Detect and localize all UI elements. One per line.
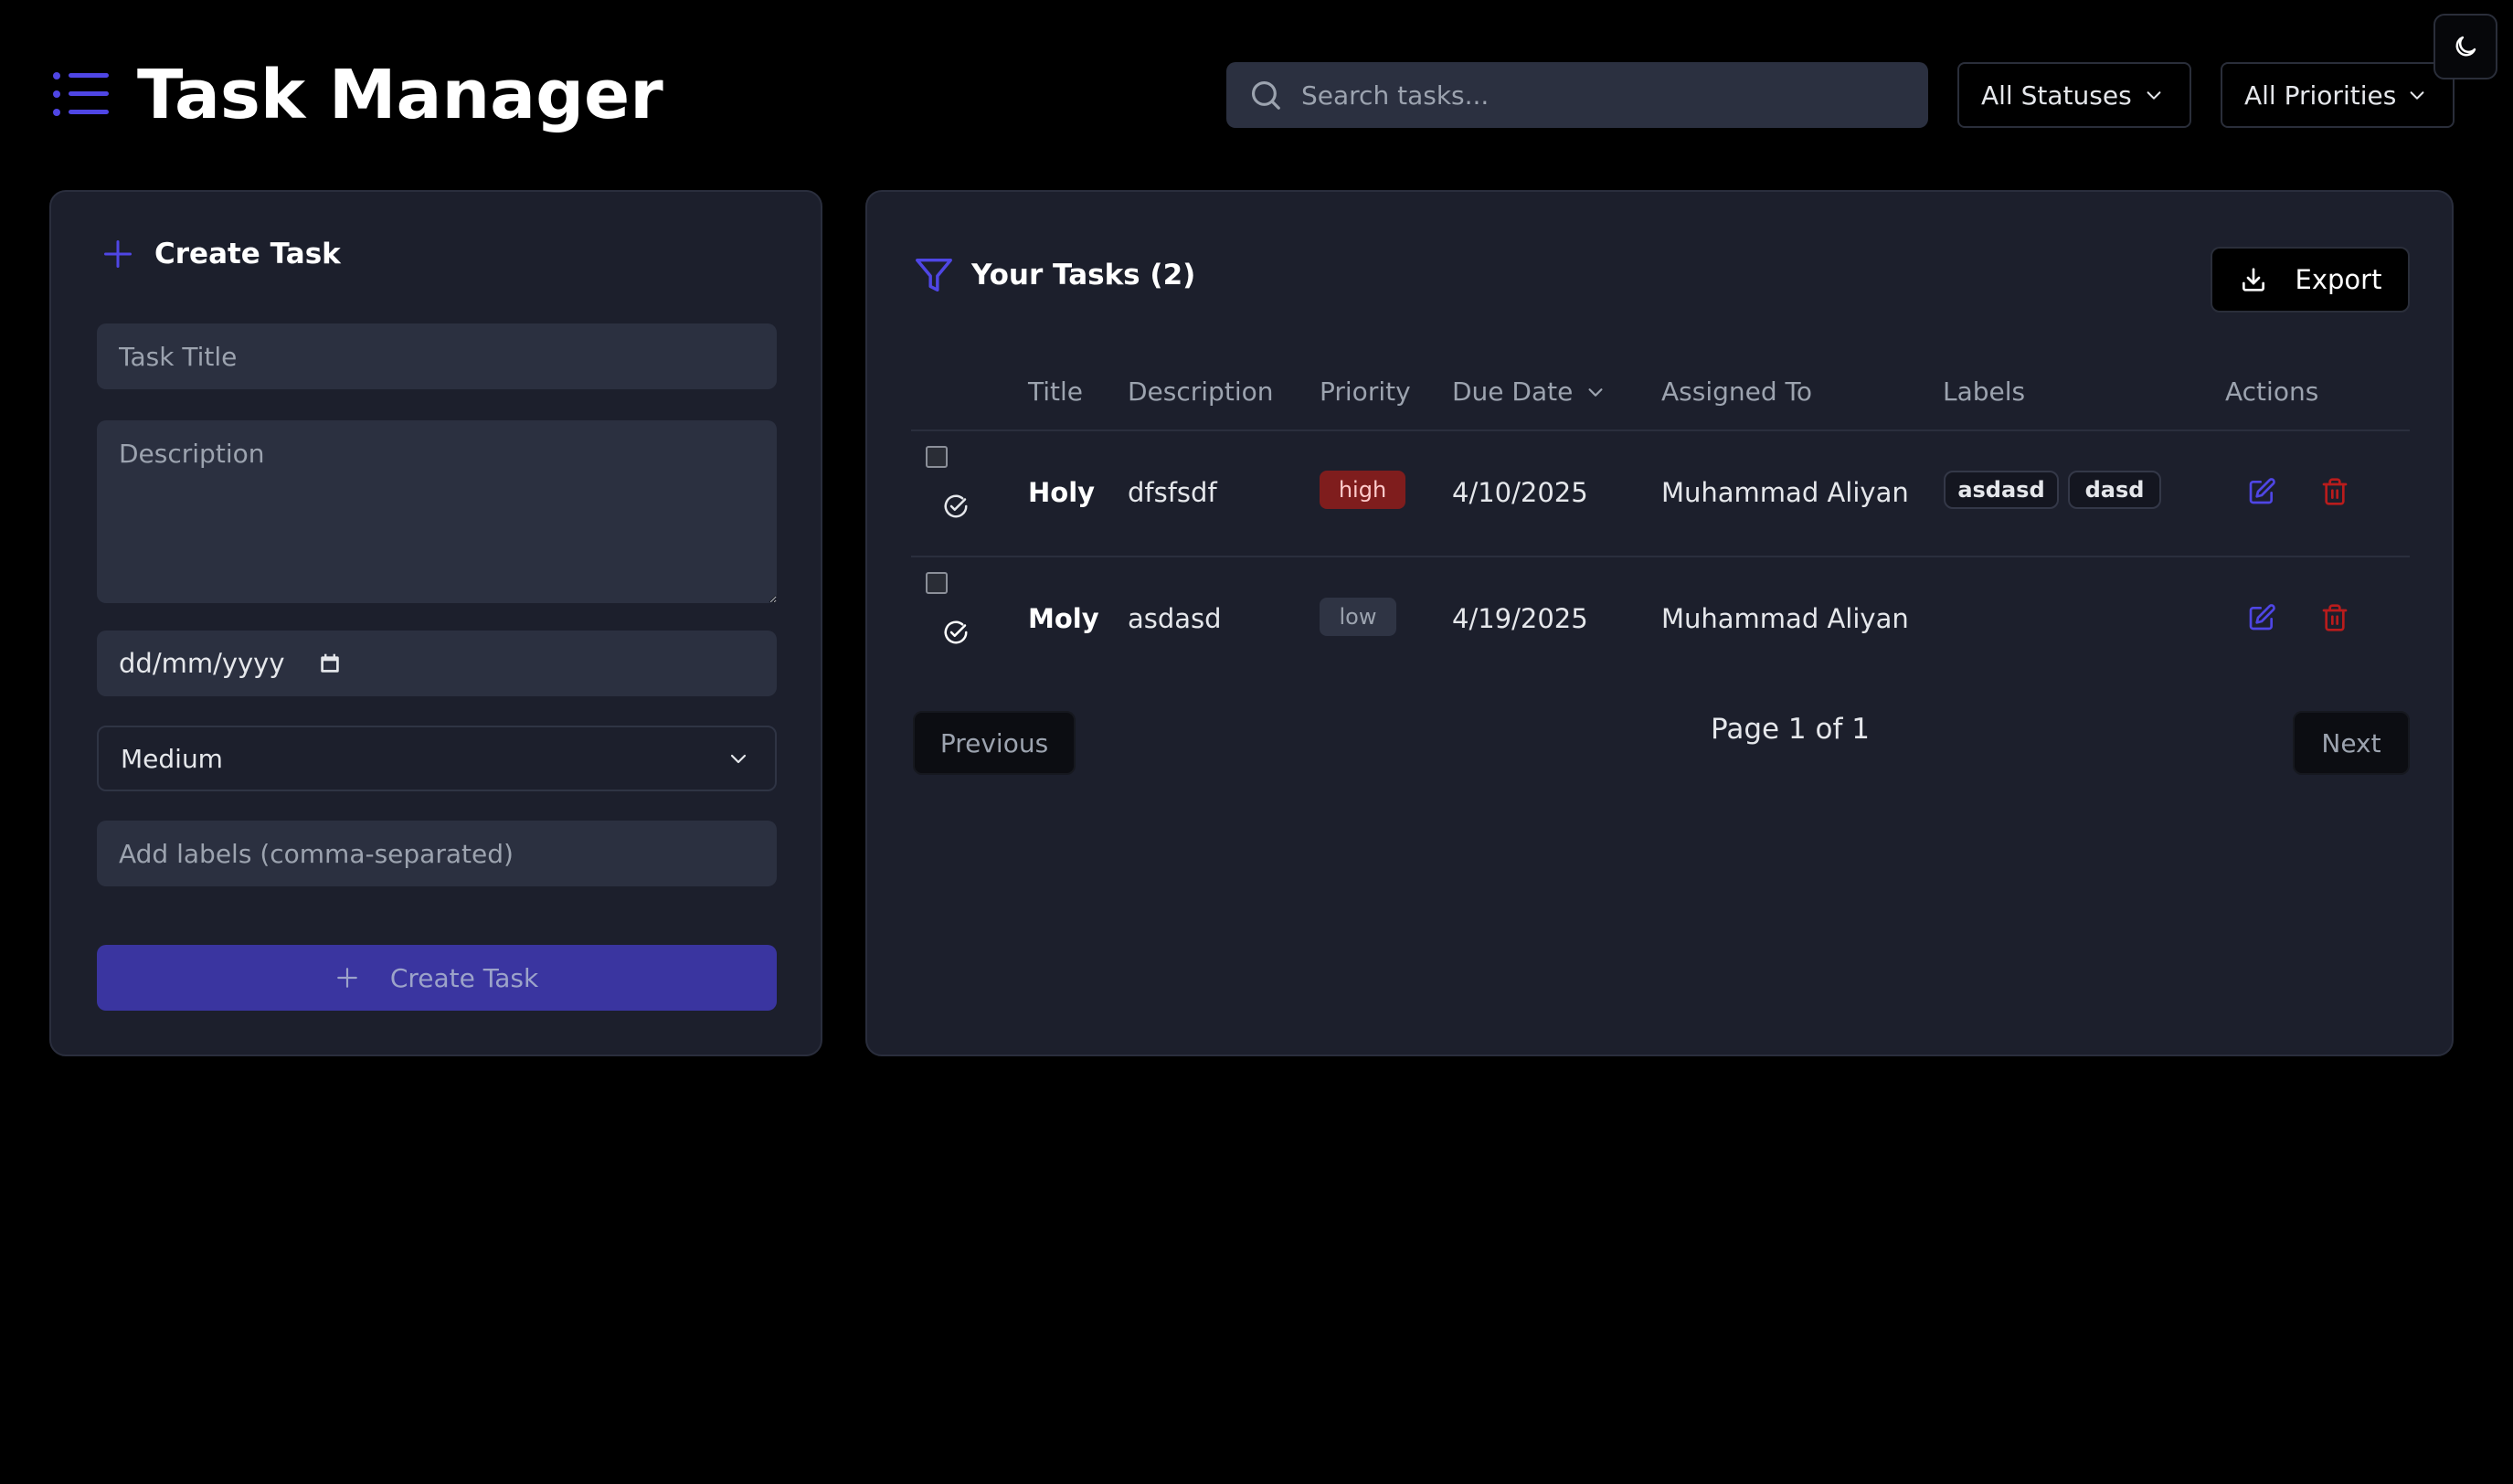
task-description-input[interactable] bbox=[97, 420, 777, 603]
priority-badge: low bbox=[1320, 598, 1396, 636]
tasks-heading: Your Tasks (2) bbox=[913, 254, 1195, 296]
filter-icon bbox=[913, 254, 955, 296]
create-task-heading-text: Create Task bbox=[154, 238, 341, 270]
moon-icon bbox=[2452, 33, 2479, 60]
calendar-icon[interactable] bbox=[318, 652, 342, 675]
priority-select[interactable]: Medium bbox=[97, 726, 777, 791]
edit-icon[interactable] bbox=[2247, 477, 2276, 506]
create-task-button-label: Create Task bbox=[389, 962, 539, 993]
task-assignee: Muhammad Aliyan bbox=[1661, 603, 1909, 634]
label-chip: asdasd bbox=[1944, 471, 2059, 509]
search-input[interactable] bbox=[1301, 80, 1928, 111]
page-indicator: Page 1 of 1 bbox=[1711, 713, 1870, 746]
task-description: dfsfsdf bbox=[1128, 477, 1217, 508]
due-date-placeholder: dd/mm/yyyy bbox=[119, 648, 285, 679]
export-button-label: Export bbox=[2295, 264, 2382, 295]
task-title-input[interactable] bbox=[97, 323, 777, 389]
task-title: Holy bbox=[1028, 477, 1096, 508]
header-divider bbox=[911, 429, 2410, 431]
label-chip: dasd bbox=[2068, 471, 2161, 509]
download-icon bbox=[2239, 265, 2268, 294]
delete-icon[interactable] bbox=[2320, 477, 2349, 506]
menu-icon[interactable] bbox=[52, 71, 111, 117]
search-icon bbox=[1248, 78, 1283, 112]
column-header-due-date-label: Due Date bbox=[1452, 376, 1574, 407]
row-select-checkbox[interactable] bbox=[926, 446, 948, 468]
status-filter-select[interactable]: All Statuses bbox=[1957, 62, 2191, 128]
theme-toggle-button[interactable] bbox=[2433, 14, 2497, 80]
priority-select-value: Medium bbox=[121, 743, 223, 774]
column-header-title[interactable]: Title bbox=[1028, 376, 1083, 407]
edit-icon[interactable] bbox=[2247, 603, 2276, 632]
status-filter-value: All Statuses bbox=[1981, 80, 2132, 111]
column-header-labels[interactable]: Labels bbox=[1943, 376, 2025, 407]
app-title: Task Manager bbox=[137, 56, 663, 134]
previous-page-button[interactable]: Previous bbox=[913, 711, 1076, 775]
labels-input[interactable] bbox=[97, 821, 777, 886]
create-task-heading: Create Task bbox=[101, 238, 341, 270]
column-header-due-date[interactable]: Due Date bbox=[1452, 376, 1606, 407]
chevron-down-icon bbox=[727, 747, 749, 769]
delete-icon[interactable] bbox=[2320, 603, 2349, 632]
create-task-button[interactable]: Create Task bbox=[97, 945, 777, 1011]
plus-icon bbox=[335, 966, 359, 990]
create-task-panel: Create Task dd/mm/yyyy Medium Create Tas… bbox=[49, 190, 822, 1056]
column-header-description[interactable]: Description bbox=[1128, 376, 1273, 407]
row-select-checkbox[interactable] bbox=[926, 572, 948, 594]
chevron-down-icon bbox=[2144, 85, 2164, 105]
chevron-down-icon bbox=[2407, 85, 2427, 105]
priority-badge: high bbox=[1320, 471, 1405, 509]
task-due-date: 4/19/2025 bbox=[1452, 603, 1588, 634]
column-header-assigned-to[interactable]: Assigned To bbox=[1661, 376, 1812, 407]
task-assignee: Muhammad Aliyan bbox=[1661, 477, 1909, 508]
search-box[interactable] bbox=[1226, 62, 1928, 128]
row-divider bbox=[911, 556, 2410, 557]
priority-filter-value: All Priorities bbox=[2244, 80, 2397, 111]
task-description: asdasd bbox=[1128, 603, 1222, 634]
export-button[interactable]: Export bbox=[2211, 247, 2410, 313]
priority-filter-select[interactable]: All Priorities bbox=[2221, 62, 2455, 128]
plus-icon bbox=[101, 238, 134, 270]
column-header-priority[interactable]: Priority bbox=[1320, 376, 1411, 407]
task-title: Moly bbox=[1028, 603, 1099, 634]
check-circle-icon[interactable] bbox=[942, 493, 970, 520]
tasks-heading-text: Your Tasks (2) bbox=[971, 259, 1196, 292]
chevron-down-icon bbox=[1585, 382, 1606, 402]
tasks-panel: Your Tasks (2) Export Title Description … bbox=[865, 190, 2454, 1056]
check-circle-icon[interactable] bbox=[942, 619, 970, 646]
due-date-input[interactable]: dd/mm/yyyy bbox=[97, 631, 777, 696]
column-header-actions: Actions bbox=[2225, 376, 2319, 407]
task-due-date: 4/10/2025 bbox=[1452, 477, 1588, 508]
next-page-button[interactable]: Next bbox=[2293, 711, 2410, 775]
